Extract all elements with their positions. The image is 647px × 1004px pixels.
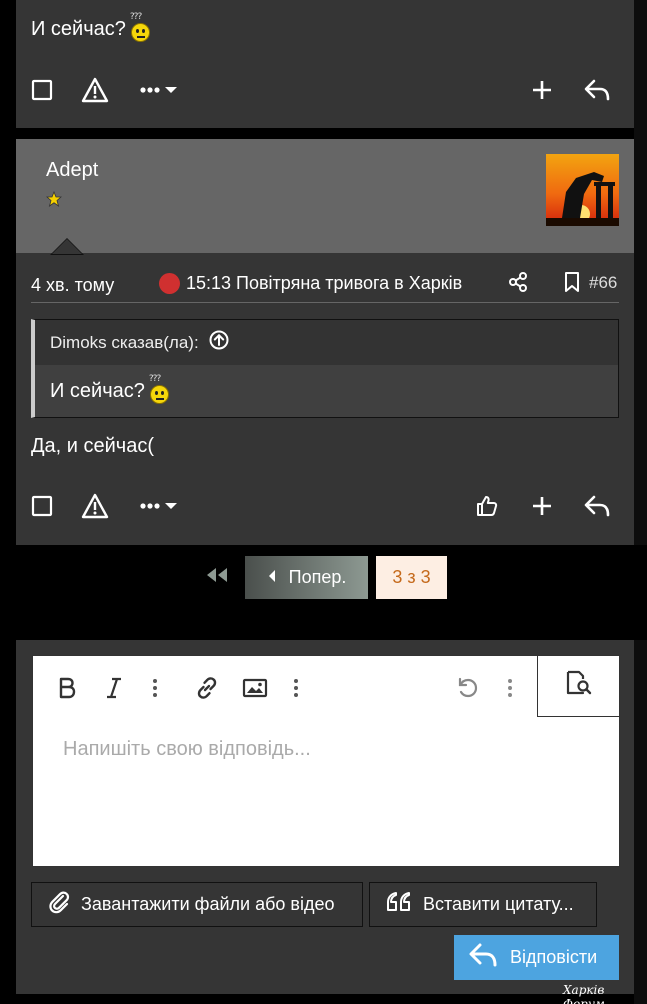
more-vertical-icon[interactable] [141,674,169,702]
insert-quote-label: Вставити цитату... [423,894,574,914]
page-edge [634,0,647,1004]
bookmark-icon[interactable] [563,271,581,298]
bold-icon[interactable] [53,674,81,702]
quote-header: Dimoks сказав(ла): [35,320,618,365]
confused-smiley-icon: ??? [130,12,152,42]
red-circle-icon [159,273,180,294]
paperclip-icon [47,890,71,919]
like-thumbs-up-icon[interactable] [473,492,501,520]
undo-icon[interactable] [453,674,481,702]
more-options-icon[interactable] [138,76,184,104]
air-alert[interactable]: 15:13 Повітряна тривога в Харків [159,273,462,294]
quote-text: И сейчас? [50,379,145,402]
post-1: И сейчас? ??? [16,0,634,128]
reply-input[interactable]: Напишіть свою відповідь... [63,738,311,761]
avatar[interactable] [546,154,619,226]
author-caret [52,239,82,254]
current-page-indicator[interactable]: 3 з 3 [376,556,447,599]
upload-label: Завантажити файли або відео [81,894,335,914]
air-alert-text: 15:13 Повітряна тривога в Харків [186,273,463,293]
caret-left-icon [267,567,277,588]
report-warning-icon[interactable] [81,492,109,520]
arrow-up-circle-icon[interactable] [209,330,229,355]
quote-marks-icon [385,891,413,918]
prev-page-label: Попер. [288,567,347,587]
more-vertical-icon[interactable] [496,674,524,702]
quote-author[interactable]: Dimoks сказав(ла): [50,333,199,353]
post-2-message: Да, и сейчас( [31,435,155,457]
site-brand-watermark: Харків Форум [563,983,605,1004]
insert-quote-button[interactable]: Вставити цитату... [369,882,597,927]
post-2-author-bar: Adept [16,139,634,253]
more-vertical-icon[interactable] [282,674,310,702]
post-2-actions [16,484,634,528]
select-checkbox[interactable] [28,492,56,520]
post-2: Adept 4 хв. тому 15:13 Повітряна тривога… [16,139,634,545]
post-2-meta: 4 хв. тому 15:13 Повітряна тривога в Хар… [31,267,619,303]
multiquote-plus-icon[interactable] [528,492,556,520]
preview-search-icon [564,669,594,702]
submit-reply-label: Відповісти [510,947,598,967]
reply-icon[interactable] [583,76,611,104]
share-icon[interactable] [507,271,529,298]
italic-icon[interactable] [100,674,128,702]
select-checkbox[interactable] [28,76,56,104]
upload-files-button[interactable]: Завантажити файли або відео [31,882,363,927]
quote-body: И сейчас? ??? [35,365,618,417]
preview-button[interactable] [537,655,620,717]
image-icon[interactable] [241,674,269,702]
report-warning-icon[interactable] [81,76,109,104]
post-1-text: И сейчас? [31,17,126,40]
reply-area: Напишіть свою відповідь... Завантажити ф… [16,640,634,994]
star-icon [45,190,63,212]
reply-icon[interactable] [583,492,611,520]
submit-reply-button[interactable]: Відповісти [454,935,619,980]
reply-editor: Напишіть свою відповідь... [32,655,620,867]
post-time[interactable]: 4 хв. тому [31,275,114,296]
confused-smiley-icon: ??? [149,374,171,404]
post-number[interactable]: #66 [589,273,617,293]
reply-icon [468,942,498,973]
more-options-icon[interactable] [138,492,184,520]
post-1-message: И сейчас? ??? [31,12,152,42]
prev-page-button[interactable]: Попер. [245,556,368,599]
first-page-icon[interactable] [204,565,230,590]
post-1-actions [16,68,634,112]
multiquote-plus-icon[interactable] [528,76,556,104]
author-name[interactable]: Adept [46,159,98,182]
quote-block: Dimoks сказав(ла): И сейчас? ??? [31,319,619,418]
link-icon[interactable] [193,674,221,702]
